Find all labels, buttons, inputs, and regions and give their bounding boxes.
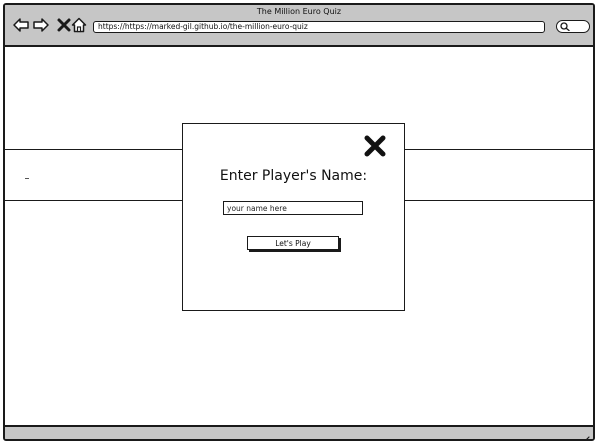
search-box[interactable] (556, 20, 590, 33)
modal-heading: Enter Player's Name: (219, 168, 368, 184)
resize-grip-icon[interactable] (580, 429, 590, 439)
search-icon (560, 22, 570, 31)
close-x-icon[interactable] (364, 135, 386, 157)
browser-toolbar: The Million Euro Quiz https://https://ma… (5, 5, 593, 47)
status-bar (5, 425, 593, 439)
home-icon[interactable] (71, 17, 87, 33)
player-name-input[interactable] (223, 201, 363, 215)
lets-play-button[interactable]: Let's Play (247, 236, 339, 250)
address-bar[interactable]: https://https://marked-gil.github.io/the… (93, 21, 545, 33)
forward-arrow-icon[interactable] (33, 17, 49, 33)
stop-icon[interactable] (56, 17, 72, 33)
player-name-modal: Enter Player's Name: Let's Play (182, 123, 405, 311)
back-arrow-icon[interactable] (13, 17, 29, 33)
browser-window: The Million Euro Quiz https://https://ma… (3, 3, 595, 441)
band-marker (25, 178, 29, 179)
window-title: The Million Euro Quiz (256, 7, 342, 16)
